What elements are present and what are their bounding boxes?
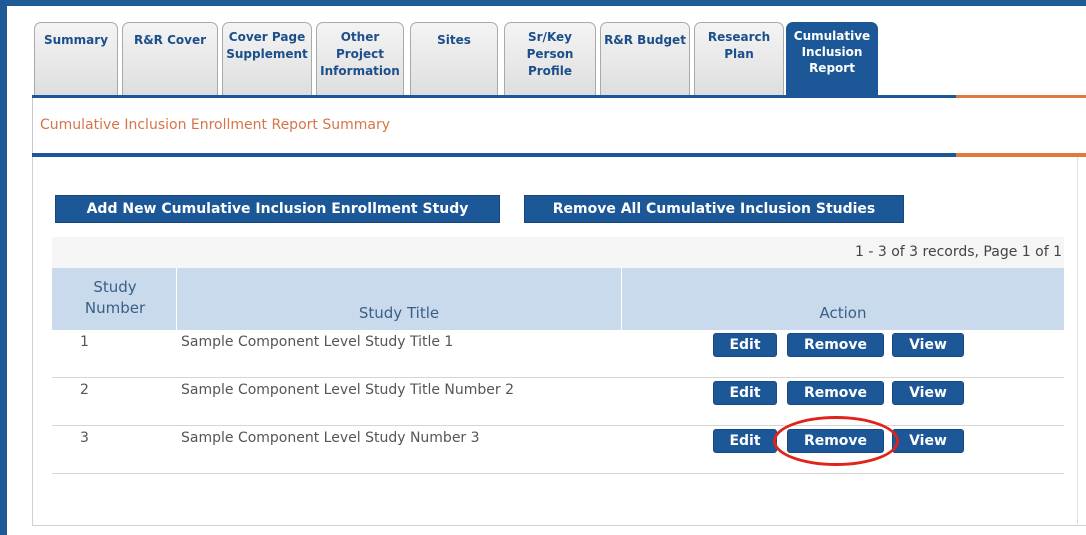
header-action: Action <box>819 304 867 322</box>
study-title: Sample Component Level Study Title Numbe… <box>181 382 514 398</box>
window-frame-left <box>0 0 7 535</box>
tab-research-plan[interactable]: Research Plan <box>694 22 784 96</box>
content-panel-edge <box>1077 157 1078 526</box>
page-title: Cumulative Inclusion Enrollment Report S… <box>40 117 390 133</box>
study-title: Sample Component Level Study Title 1 <box>181 334 454 350</box>
header-study-title: Study Title <box>358 304 440 322</box>
tab-sr-key-person-profile[interactable]: Sr/Key Person Profile <box>504 22 596 96</box>
remove-button[interactable]: Remove <box>787 429 884 453</box>
edit-button[interactable]: Edit <box>713 333 777 357</box>
tab-cover-page-supplement[interactable]: Cover Page Supplement <box>222 22 312 96</box>
records-count: 1 - 3 of 3 records, Page 1 of 1 <box>855 244 1062 260</box>
tab-other-project-information[interactable]: Other Project Information <box>316 22 404 96</box>
tab-rr-budget[interactable]: R&R Budget <box>600 22 690 96</box>
remove-button[interactable]: Remove <box>787 381 884 405</box>
remove-all-studies-button[interactable]: Remove All Cumulative Inclusion Studies <box>524 195 904 223</box>
window-frame-top <box>0 0 1086 6</box>
tab-cumulative-inclusion-report[interactable]: Cumulative Inclusion Report <box>786 22 878 96</box>
study-number: 1 <box>80 334 89 350</box>
edit-button[interactable]: Edit <box>713 381 777 405</box>
header-study-number: Study Number <box>84 278 146 317</box>
study-number: 2 <box>80 382 89 398</box>
edit-button[interactable]: Edit <box>713 429 777 453</box>
view-button[interactable]: View <box>892 333 964 357</box>
study-title: Sample Component Level Study Number 3 <box>181 430 480 446</box>
tab-rr-cover[interactable]: R&R Cover <box>122 22 218 96</box>
add-study-button[interactable]: Add New Cumulative Inclusion Enrollment … <box>55 195 500 223</box>
view-button[interactable]: View <box>892 429 964 453</box>
tab-sites[interactable]: Sites <box>410 22 498 96</box>
remove-button[interactable]: Remove <box>787 333 884 357</box>
view-button[interactable]: View <box>892 381 964 405</box>
study-number: 3 <box>80 430 89 446</box>
tab-summary[interactable]: Summary <box>34 22 118 96</box>
